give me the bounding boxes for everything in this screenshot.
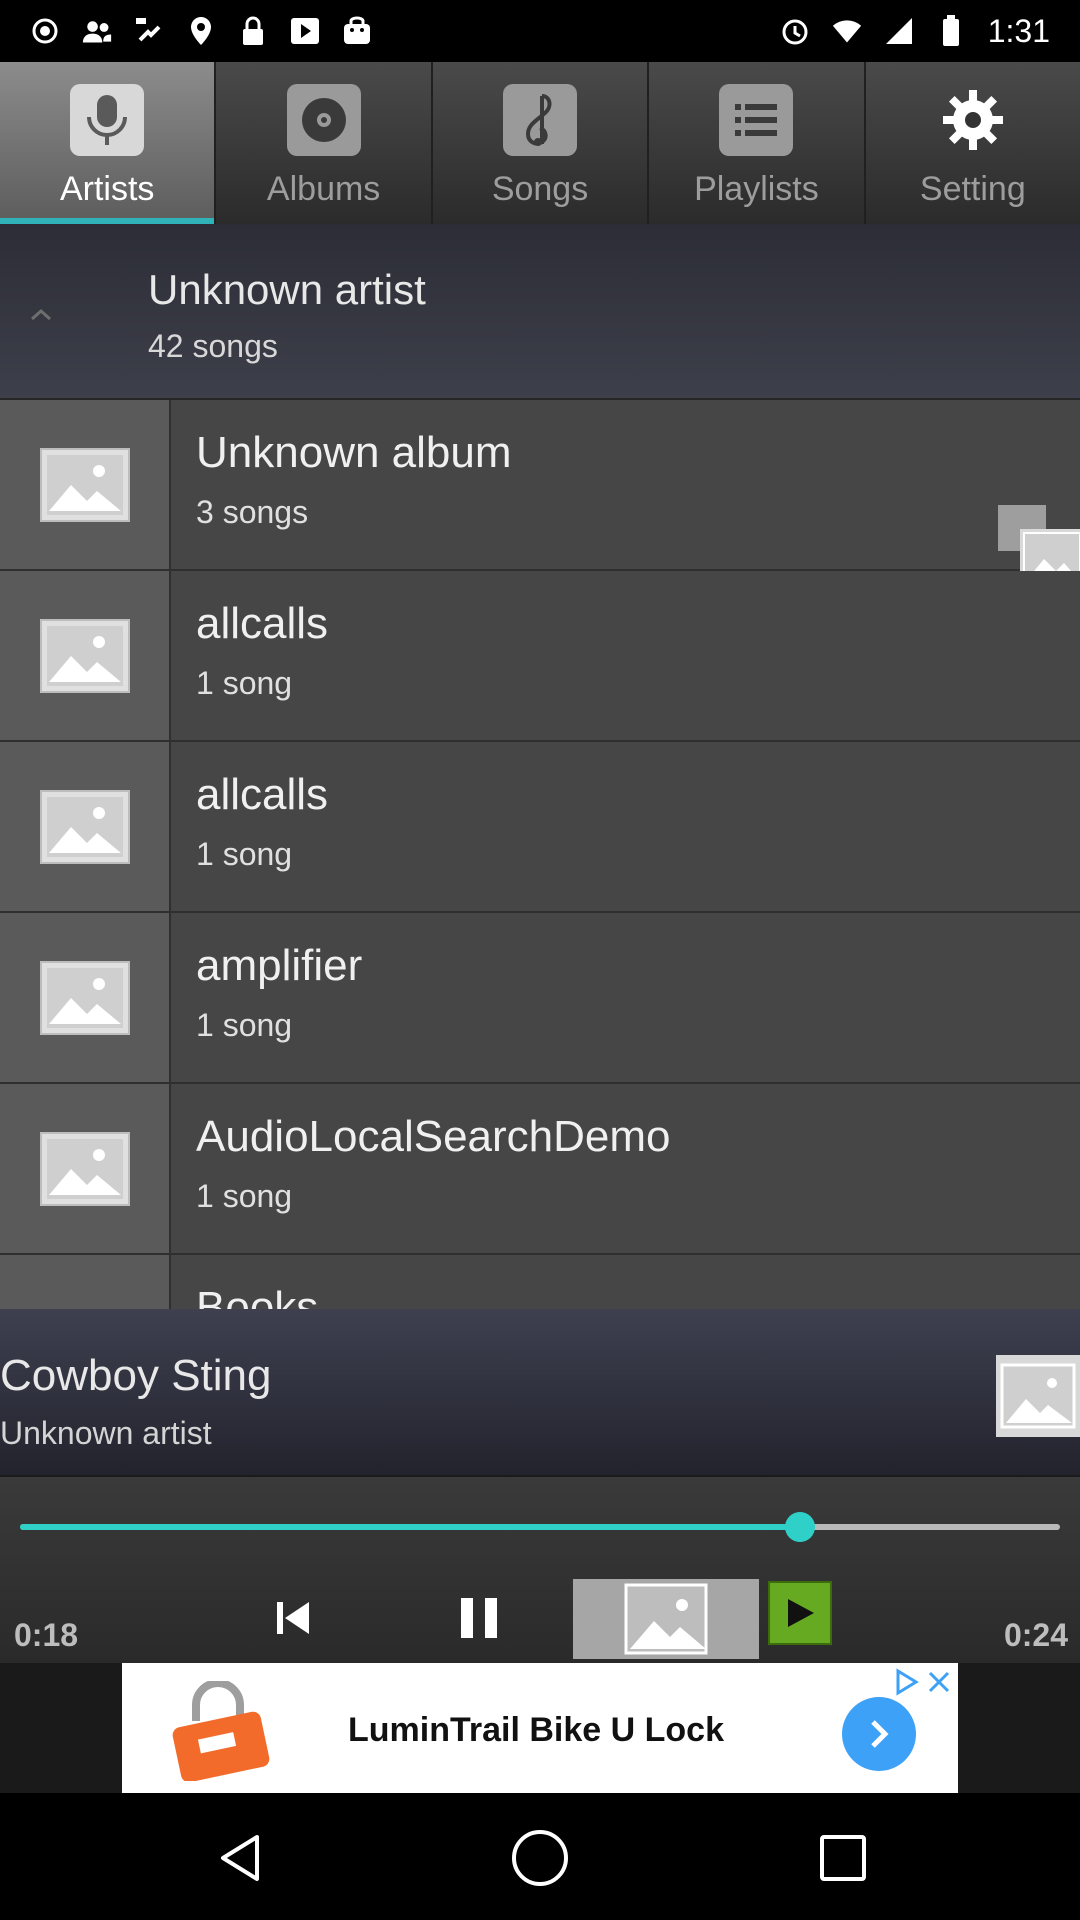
chevron-up-icon[interactable] xyxy=(26,300,56,330)
back-icon xyxy=(221,1835,259,1881)
image-placeholder-icon xyxy=(0,742,171,911)
pause-button[interactable] xyxy=(452,1591,506,1645)
image-placeholder-icon xyxy=(0,400,171,569)
player-controls: 0:18 0:24 xyxy=(0,1477,1080,1663)
wifi-icon xyxy=(832,16,862,46)
navigation-bar xyxy=(0,1793,1080,1920)
album-title: Unknown album xyxy=(196,428,512,477)
artist-song-count: 42 songs xyxy=(148,328,278,364)
play-icon xyxy=(788,1599,814,1627)
recent-apps-button[interactable] xyxy=(813,1828,873,1888)
location-icon xyxy=(186,16,216,46)
album-song-count: 1 song xyxy=(196,836,293,872)
skip-previous-icon xyxy=(277,1602,309,1634)
list-item[interactable]: Books xyxy=(0,1255,1080,1309)
tab-bar: Artists Albums Songs Playlists Setting xyxy=(0,62,1080,224)
list-item[interactable]: Unknown album 3 songs xyxy=(0,400,1080,587)
status-time: 1:31 xyxy=(987,12,1050,49)
total-time: 0:24 xyxy=(1003,1617,1068,1653)
tab-label: Albums xyxy=(266,170,381,208)
list-item[interactable]: allcalls 1 song xyxy=(0,742,1080,913)
artist-name: Unknown artist xyxy=(148,266,426,313)
tab-setting[interactable]: Setting xyxy=(866,62,1080,224)
disc-icon xyxy=(0,1255,171,1309)
back-button[interactable] xyxy=(210,1828,270,1888)
list-item[interactable]: AudioLocalSearchDemo 1 song xyxy=(0,1084,1080,1255)
microphone-icon xyxy=(70,84,145,156)
image-placeholder-icon xyxy=(0,1084,171,1253)
seek-bar[interactable] xyxy=(20,1512,1060,1542)
tab-artists[interactable]: Artists xyxy=(0,62,217,224)
artist-group-header[interactable]: Unknown artist 42 songs xyxy=(0,224,1080,400)
tab-label: Artists xyxy=(59,170,155,208)
fake-gps-icon xyxy=(134,16,164,46)
album-title: allcalls xyxy=(196,770,329,819)
home-button[interactable] xyxy=(510,1828,570,1888)
album-title: Books xyxy=(196,1283,319,1309)
status-bar-right: 1:31 xyxy=(780,13,1050,50)
now-playing-title: Cowboy Sting xyxy=(0,1351,272,1400)
seek-bar-fill xyxy=(20,1524,800,1530)
album-title: allcalls xyxy=(196,599,329,648)
signal-icon xyxy=(884,16,914,46)
album-song-count: 3 songs xyxy=(196,494,309,530)
tab-albums[interactable]: Albums xyxy=(216,62,433,224)
image-placeholder-icon xyxy=(0,913,171,1082)
status-bar-left-icons xyxy=(30,16,372,46)
album-song-count: 1 song xyxy=(196,1178,293,1214)
gear-icon xyxy=(936,84,1010,156)
album-title: AudioLocalSearchDemo xyxy=(196,1112,671,1161)
tab-label: Setting xyxy=(919,170,1026,208)
recent-apps-icon xyxy=(820,1835,866,1881)
alarm-icon xyxy=(780,16,810,46)
play-button[interactable] xyxy=(768,1581,832,1645)
album-list: Unknown album 3 songs allcalls 1 song al… xyxy=(0,400,1080,1309)
list-icon xyxy=(719,84,794,156)
disc-icon xyxy=(286,84,361,156)
home-icon xyxy=(512,1830,568,1886)
album-song-count: 1 song xyxy=(196,665,293,701)
ad-text: LuminTrail Bike U Lock xyxy=(348,1711,724,1749)
elapsed-time: 0:18 xyxy=(14,1617,79,1653)
record-icon xyxy=(30,16,60,46)
chevron-right-icon[interactable] xyxy=(842,1697,916,1771)
album-song-count: 1 song xyxy=(196,1007,293,1043)
list-item[interactable]: amplifier 1 song xyxy=(0,913,1080,1084)
status-bar: 1:31 xyxy=(0,0,1080,62)
ad-area: LuminTrail Bike U Lock xyxy=(0,1663,1080,1793)
battery-icon xyxy=(936,15,966,46)
album-title: amplifier xyxy=(196,941,363,990)
ad-banner[interactable]: LuminTrail Bike U Lock xyxy=(122,1663,958,1793)
tab-songs[interactable]: Songs xyxy=(433,62,650,224)
bag-icon xyxy=(342,16,372,46)
now-playing-bar[interactable]: Cowboy Sting Unknown artist xyxy=(0,1309,1080,1477)
image-placeholder-icon xyxy=(0,571,171,740)
contacts-icon xyxy=(82,16,112,46)
ad-choices-icon[interactable] xyxy=(890,1667,920,1697)
bike-lock-image xyxy=(166,1679,276,1783)
pause-icon xyxy=(461,1598,497,1638)
close-icon[interactable] xyxy=(924,1667,954,1697)
image-placeholder-icon xyxy=(996,1355,1080,1437)
image-placeholder-icon xyxy=(624,1583,708,1655)
tab-label: Playlists xyxy=(694,170,819,208)
tab-playlists[interactable]: Playlists xyxy=(649,62,866,224)
seek-bar-thumb[interactable] xyxy=(785,1512,815,1542)
music-note-icon xyxy=(503,84,578,156)
play-store-icon xyxy=(290,16,320,46)
list-item[interactable]: allcalls 1 song xyxy=(0,571,1080,742)
now-playing-artist: Unknown artist xyxy=(0,1415,212,1451)
lock-icon xyxy=(238,16,268,46)
album-art-button[interactable] xyxy=(573,1579,759,1659)
previous-button[interactable] xyxy=(268,1593,318,1643)
tab-label: Songs xyxy=(491,170,589,208)
